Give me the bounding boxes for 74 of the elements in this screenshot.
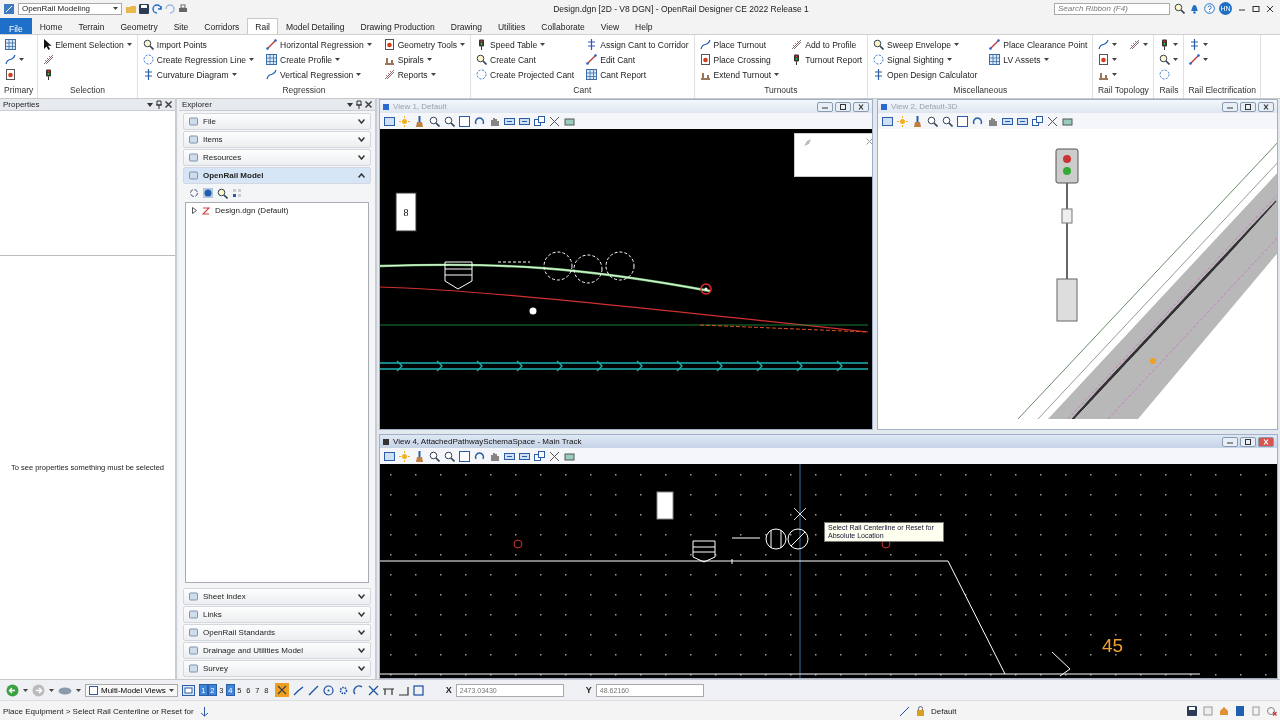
ribbon-tab[interactable]: Corridors <box>196 18 248 34</box>
ribbon-tab[interactable]: View <box>592 18 628 34</box>
ribbon-button[interactable]: Geometry Tools <box>382 37 467 52</box>
explorer-section[interactable]: Links <box>183 606 371 623</box>
ribbon-button[interactable]: Create Projected Cant <box>475 67 576 82</box>
ribbon-tab[interactable]: Drawing Production <box>352 18 443 34</box>
explorer-section[interactable]: OpenRail Standards <box>183 624 371 641</box>
ribbon-tab[interactable]: Rail <box>247 18 278 34</box>
ribbon-tab[interactable]: Drawing <box>442 18 490 34</box>
explorer-section[interactable]: File <box>183 113 371 130</box>
explorer-section[interactable]: Items <box>183 131 371 148</box>
view-title: View 2, Default-3D <box>891 102 959 111</box>
ribbon-button[interactable]: Speed Table <box>475 37 576 52</box>
ribbon-button[interactable]: Cant Report <box>585 67 690 82</box>
explorer-section[interactable]: Survey <box>183 660 371 677</box>
ribbon-tab[interactable]: Site <box>165 18 197 34</box>
ribbon-button[interactable]: Edit Cant <box>585 52 690 67</box>
ribbon-tab[interactable]: Geometry <box>112 18 166 34</box>
ribbon-tab[interactable]: File <box>0 18 32 34</box>
ribbon-button[interactable]: Sweep Envelope <box>872 37 979 52</box>
group-label: Primary <box>4 85 34 97</box>
ribbon-tab[interactable]: Model Detailing <box>277 18 353 34</box>
ribbon-tab[interactable]: Help <box>627 18 661 34</box>
workspace-dropdown[interactable]: OpenRail Modeling <box>18 2 122 15</box>
explorer-section[interactable]: Sheet Index <box>183 588 371 605</box>
ribbon-button[interactable]: Signal Sighting <box>872 52 979 67</box>
ribbon-button[interactable]: Horizontal Regression <box>265 37 373 52</box>
box-label: 8 <box>403 207 409 218</box>
ribbon-button[interactable]: Place Crossing <box>698 52 781 67</box>
ribbon-button[interactable]: Open Design Calculator <box>872 67 979 82</box>
ribbon-button[interactable]: Curvature Diagram <box>141 67 256 82</box>
ribbon-button[interactable]: Place Clearance Point <box>988 37 1089 52</box>
panel-title: Properties <box>3 100 41 109</box>
explorer-section[interactable]: Resources <box>183 149 371 166</box>
ribbon-tab[interactable]: Home <box>31 18 71 34</box>
group-label: Regression <box>281 85 327 97</box>
ribbon-button[interactable]: Assign Cant to Corridor <box>585 37 690 52</box>
group-label: Rails <box>1158 85 1180 97</box>
ribbon-button[interactable]: LV Assets <box>988 52 1089 67</box>
explorer-section[interactable]: Drainage and Utilities Model <box>183 642 371 659</box>
panel-title: Explorer <box>182 100 213 109</box>
active-level: Default <box>931 706 958 716</box>
station-label: 45 <box>1102 635 1124 656</box>
group-label: Miscellaneous <box>952 85 1009 97</box>
group-label: Rail Topology <box>1097 85 1150 97</box>
ribbon-tab[interactable]: Collaborate <box>533 18 593 34</box>
view-group-dropdown[interactable]: Multi-Model Views <box>85 683 178 697</box>
ribbon-tab[interactable]: Utilities <box>489 18 534 34</box>
tree-item[interactable]: Design.dgn (Default) <box>192 206 362 215</box>
view-title: View 1, Default <box>393 102 448 111</box>
window-title: Design.dgn [2D - V8 DGN] - OpenRail Designer CE 2022 Release 1 <box>552 3 810 14</box>
ribbon-button[interactable]: Place Turnout <box>698 37 781 52</box>
coordinate-label: X <box>445 685 452 695</box>
search-field[interactable]: Search Ribbon (F4) <box>1054 2 1170 15</box>
ribbon-button[interactable]: Create Profile <box>265 52 373 67</box>
ribbon-button[interactable]: Element Selection <box>42 37 133 52</box>
ribbon-button[interactable]: Import Points <box>141 37 256 52</box>
group-label: Cant <box>572 85 593 97</box>
ribbon-button[interactable]: Extend Turnout <box>698 67 781 82</box>
coordinate-label: Y <box>585 685 592 695</box>
group-label: Selection <box>69 85 106 97</box>
ribbon-button[interactable]: Spirals <box>382 52 467 67</box>
explorer-section[interactable]: OpenRail Model <box>183 167 371 184</box>
ribbon-tab[interactable]: Terrain <box>70 18 113 34</box>
group-label: Rail Electrification <box>1188 85 1256 97</box>
ribbon-button[interactable]: Reports <box>382 67 467 82</box>
group-label: Turnouts <box>763 85 799 97</box>
ribbon-button[interactable]: Vertical Regression <box>265 67 373 82</box>
ribbon-button[interactable]: Create Regression Line <box>141 52 256 67</box>
ribbon-button[interactable]: Create Cant <box>475 52 576 67</box>
ribbon-button[interactable]: Turnout Report <box>790 52 864 67</box>
status-prompt: Place Equipment > Select Rail Centerline or Reset for <box>3 706 194 716</box>
ribbon-button[interactable]: Add to Profile <box>790 37 864 52</box>
view-title: View 4, AttachedPathwaySchemaSpace - Main Track <box>393 437 583 446</box>
